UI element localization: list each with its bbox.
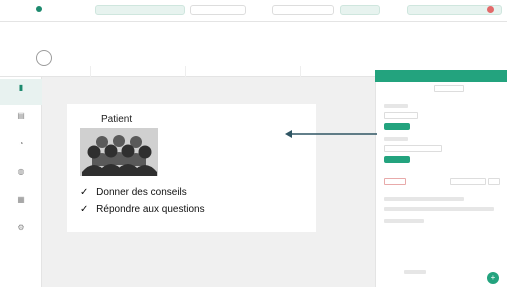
arrow-left-icon xyxy=(285,130,377,138)
panel-field[interactable] xyxy=(384,145,442,152)
panel-toggle[interactable] xyxy=(384,156,410,163)
panel-row xyxy=(384,219,424,223)
panel-footer xyxy=(404,270,426,274)
plus-icon: + xyxy=(490,273,496,282)
slide-bullet: ✓ Donner des conseils xyxy=(80,187,187,198)
panel-button[interactable] xyxy=(488,178,500,185)
panel-label xyxy=(384,104,408,108)
calendar-icon: ▦ xyxy=(17,195,25,204)
action-pill[interactable] xyxy=(340,5,380,15)
select-field[interactable] xyxy=(272,5,334,15)
sidebar-item-active[interactable]: ▮ xyxy=(0,79,42,105)
panel-label xyxy=(384,137,408,141)
sidebar-item[interactable]: ⚙ xyxy=(0,219,42,245)
patient-header xyxy=(0,22,507,94)
panel-row xyxy=(384,207,494,211)
sidebar: ▮ ▤ ◔ ◍ ▦ ⚙ xyxy=(0,77,42,287)
right-panel-header xyxy=(375,70,507,82)
settings-icon: ⚙ xyxy=(17,223,25,232)
right-panel xyxy=(375,82,507,287)
bullet-text: Donner des conseils xyxy=(96,187,187,198)
sidebar-item[interactable]: ▤ xyxy=(0,107,42,133)
slide-title: Patient xyxy=(101,114,133,125)
patient-group-icon xyxy=(80,128,158,176)
document-icon: ▤ xyxy=(17,111,25,120)
slide-bullet: ✓ Répondre aux questions xyxy=(80,204,205,215)
filter-field[interactable] xyxy=(190,5,246,15)
panel-field[interactable] xyxy=(434,85,464,92)
sidebar-item[interactable]: ◍ xyxy=(0,163,42,189)
chart-icon: ◔ xyxy=(18,139,24,148)
panel-field[interactable] xyxy=(384,112,418,119)
search-field[interactable] xyxy=(95,5,185,15)
bullet-text: Répondre aux questions xyxy=(96,204,205,215)
floating-action-button[interactable]: + xyxy=(487,272,499,284)
sidebar-item[interactable]: ▦ xyxy=(0,191,42,217)
check-icon: ✓ xyxy=(80,204,89,215)
panel-field[interactable] xyxy=(450,178,486,185)
patient-avatar xyxy=(36,50,52,66)
notification-badge[interactable] xyxy=(487,6,494,13)
sidebar-item[interactable]: ◔ xyxy=(0,135,42,161)
app-logo-icon xyxy=(36,6,42,12)
home-icon: ▮ xyxy=(18,83,24,92)
panel-toggle[interactable] xyxy=(384,123,410,130)
panel-row xyxy=(384,197,464,201)
panel-alert-field[interactable] xyxy=(384,178,406,185)
check-icon: ✓ xyxy=(80,187,89,198)
people-icon: ◍ xyxy=(17,167,25,176)
top-bar xyxy=(0,0,507,22)
